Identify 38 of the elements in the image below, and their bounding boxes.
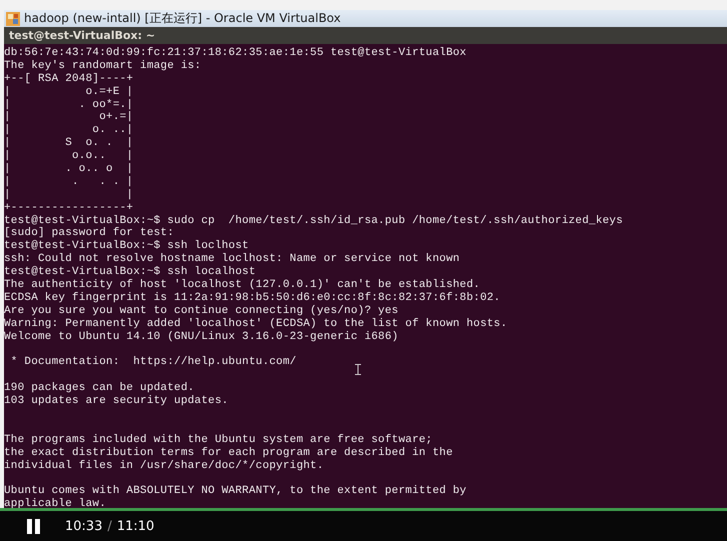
terminal-line: | o.=+E |	[4, 86, 134, 99]
terminal-line: Are you sure you want to continue connecting (yes/no)? yes	[4, 304, 398, 318]
elapsed-time: 10:33	[65, 518, 102, 534]
terminal-line: ECDSA key fingerprint is 11:2a:91:98:b5:50:d6:e0:cc:8f:8c:82:37:6f:8b:02.	[4, 292, 500, 305]
terminal-line: | o+.=|	[4, 111, 134, 124]
terminal-title: test@test-VirtualBox: ~	[9, 29, 156, 42]
terminal-line: test@test-VirtualBox:~$ ssh loclhost	[4, 240, 249, 253]
terminal-line: [sudo] password for test:	[4, 227, 174, 240]
terminal-line: Ubuntu comes with ABSOLUTELY NO WARRANTY, to the extent permitted by	[4, 485, 466, 498]
terminal-line: +--[ RSA 2048]----+	[4, 72, 134, 86]
terminal-line: individual files in /usr/share/doc/*/copyright.	[4, 460, 324, 472]
app-logo-icon	[6, 12, 20, 26]
terminal-line: * Documentation: https://help.ubuntu.com/	[10, 356, 296, 370]
terminal-line: Warning: Permanently added 'localhost' (ECDSA) to the list of known hosts.	[4, 318, 508, 331]
pause-button[interactable]	[27, 518, 40, 534]
terminal-line: Welcome to Ubuntu 14.10 (GNU/Linux 3.16.0-23-generic i686)	[4, 330, 398, 344]
duration-time: 11:10	[116, 518, 154, 534]
terminal-line: | |	[4, 188, 134, 202]
terminal-line: The authenticity of host 'localhost (127.0.0.1)' can't be established.	[4, 279, 480, 292]
text-cursor-icon	[355, 364, 361, 375]
time-separator: /	[107, 518, 112, 534]
terminal-line: ssh: Could not resolve hostname loclhost: Name or service not known	[4, 253, 460, 266]
terminal-line: | o. ..|	[4, 124, 134, 137]
terminal-line: | . o.. o |	[4, 163, 134, 176]
terminal-line: test@test-VirtualBox:~$ sudo cp /home/test/.ssh/id_rsa.pub /home/test/.ssh/authorized_keys	[4, 214, 623, 227]
terminal-line: test@test-VirtualBox:~$ ssh localhost	[4, 266, 256, 279]
window-title: hadoop (new-intall) [正在运行] - Oracle VM VirtualBox	[24, 10, 341, 27]
terminal-line: | . oo*=.|	[4, 98, 134, 111]
terminal-line: | o.o.. |	[4, 150, 134, 163]
terminal-line: 103 updates are security updates.	[4, 395, 228, 408]
terminal-line: The programs included with the Ubuntu system are free software;	[4, 434, 432, 447]
terminal-line: the exact distribution terms for each program are described in the	[4, 446, 453, 460]
terminal-line: db:56:7e:43:74:0d:99:fc:21:37:18:62:35:ae:1e:55 test@test-VirtualBox	[4, 47, 466, 60]
terminal-line: | S o. . |	[4, 137, 134, 150]
terminal-line: | . . . |	[4, 176, 134, 189]
terminal-line: 190 packages can be updated.	[4, 382, 194, 395]
terminal-line: +-----------------+	[4, 202, 134, 215]
terminal-line: The key's randomart image is:	[4, 60, 202, 73]
